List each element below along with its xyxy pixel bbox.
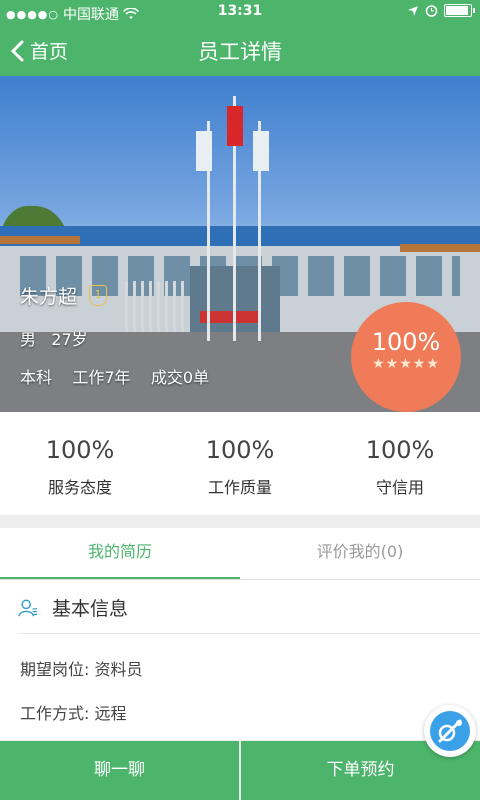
expected-position-label: 期望岗位: [20,660,90,679]
stat-value: 100% [45,436,115,464]
expected-position-row: 期望岗位: 资料员 [20,656,143,680]
star-rating-icon: ★★★★★ [372,356,440,372]
stat-label: 工作质量 [207,478,272,497]
gender: 男 [20,330,37,349]
stat-value: 100% [365,436,435,464]
experience: 工作7年 [72,368,131,387]
work-mode-label: 工作方式: [20,704,90,723]
expected-position-value: 资料员 [94,660,143,679]
rating-stats: 100% 服务态度 100% 工作质量 100% 守信用 [0,412,480,515]
assistant-icon [430,711,470,751]
section-title: 基本信息 [52,598,129,620]
person-icon [18,599,38,616]
battery-icon [444,4,475,17]
rating-badge: 100% ★★★★★ [351,302,461,412]
stat-label: 服务态度 [47,478,112,497]
navigation-bar: 首页 员工详情 [0,24,480,76]
age: 27岁 [51,330,88,349]
tab-reviews[interactable]: 评价我的(0) [240,528,480,579]
section-header: 基本信息 [18,594,128,621]
stat-service-attitude: 100% 服务态度 [0,412,160,515]
location-arrow-icon [408,5,418,16]
work-mode-value: 远程 [94,704,127,723]
basic-info-section: 基本信息 期望岗位: 资料员 工作方式: 远程 [0,580,480,740]
profile-banner: 朱方超 1 男 27岁 本科 工作7年 成交0单 100% ★★★★★ [0,76,480,412]
chat-button[interactable]: 聊一聊 [0,741,239,800]
status-right [407,4,475,17]
alarm-icon [425,5,438,17]
page-title: 员工详情 [198,40,282,64]
rating-percent: 100% [371,328,441,356]
education: 本科 [20,368,53,387]
deals-count: 成交0单 [150,368,210,387]
gender-age: 男 27岁 [20,326,88,350]
shield-icon: 1 [89,285,108,306]
stat-value: 100% [205,436,275,464]
education-experience: 本科 工作7年 成交0单 [20,364,209,388]
employee-name-row: 朱方超 1 [20,282,108,309]
stat-credibility: 100% 守信用 [320,412,480,515]
stat-work-quality: 100% 工作质量 [160,412,320,515]
employee-name: 朱方超 [20,286,78,308]
floating-action-button[interactable] [424,705,476,757]
tab-bar: 我的简历 评价我的(0) [0,528,480,580]
divider [18,633,480,634]
status-bar: ●●●●○ 中国联通 13:31 [0,0,480,24]
work-mode-row: 工作方式: 远程 [20,700,127,724]
bottom-action-bar: 聊一聊 下单预约 [0,741,480,800]
tab-my-resume[interactable]: 我的简历 [0,528,240,579]
stat-label: 守信用 [375,478,424,497]
